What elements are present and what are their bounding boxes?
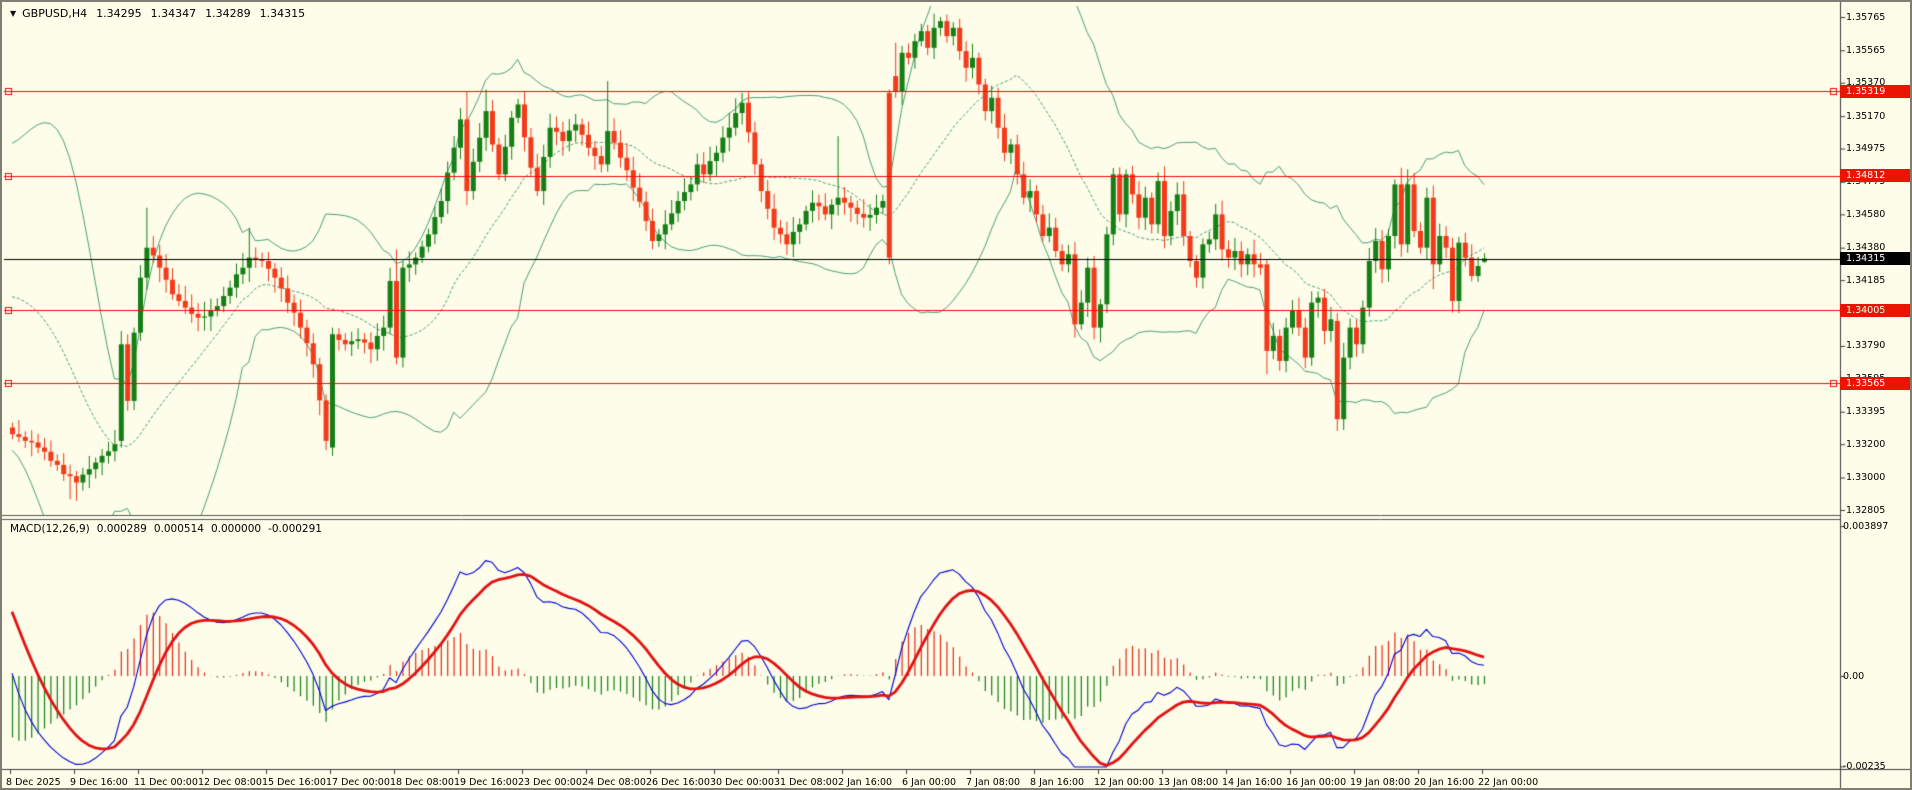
date-tick-label: 17 Dec 00:00 [326, 777, 390, 788]
high-value: 1.34347 [151, 7, 197, 20]
symbol-header: ▼ GBPUSD,H4 1.34295 1.34347 1.34289 1.34315 [10, 7, 305, 21]
price-tick-label: 1.34580 [1846, 209, 1885, 220]
date-tick-label: 12 Jan 00:00 [1094, 777, 1154, 788]
macd-indicator-header: MACD(12,26,9) 0.000289 0.000514 0.000000 -0.… [10, 523, 329, 535]
macd-value-2: 0.000514 [154, 523, 204, 535]
price-tick-label: 1.33790 [1846, 340, 1885, 351]
price-tick-label: 1.33200 [1846, 439, 1885, 450]
close-value: 1.34315 [260, 7, 306, 20]
date-tick-label: 14 Jan 16:00 [1222, 777, 1282, 788]
date-tick-label: 7 Jan 08:00 [966, 777, 1020, 788]
low-value: 1.34289 [205, 7, 251, 20]
date-tick-label: 6 Jan 00:00 [902, 777, 956, 788]
price-tick-label: 1.33000 [1846, 472, 1885, 483]
date-tick-label: 31 Dec 08:00 [774, 777, 838, 788]
date-tick-label: 19 Dec 16:00 [454, 777, 518, 788]
macd-value-3: 0.000000 [211, 523, 261, 535]
date-tick-label: 11 Dec 00:00 [134, 777, 198, 788]
hline-price-label[interactable]: 1.34005 [1840, 304, 1910, 317]
macd-tick-label: 0.003897 [1843, 521, 1888, 532]
date-tick-label: 16 Jan 00:00 [1286, 777, 1346, 788]
date-tick-label: 13 Jan 08:00 [1158, 777, 1218, 788]
macd-value-1: 0.000289 [97, 523, 147, 535]
symbol-timeframe-label: GBPUSD,H4 [22, 7, 87, 20]
price-tick-label: 1.32805 [1846, 505, 1885, 516]
price-tick-label: 1.33395 [1846, 406, 1885, 417]
symbol-dropdown-icon[interactable]: ▼ [10, 9, 16, 18]
macd-indicator-label: MACD(12,26,9) [10, 523, 90, 535]
price-chart-canvas[interactable] [2, 2, 1912, 790]
macd-tick-label: 0.00 [1843, 671, 1864, 682]
date-tick-label: 30 Dec 00:00 [710, 777, 774, 788]
date-tick-label: 26 Dec 16:00 [646, 777, 710, 788]
date-tick-label: 9 Dec 16:00 [70, 777, 128, 788]
open-value: 1.34295 [96, 7, 142, 20]
hline-price-label[interactable]: 1.34812 [1840, 169, 1910, 182]
macd-tick-label: -0.00235 [1843, 761, 1886, 772]
price-tick-label: 1.35170 [1846, 111, 1885, 122]
date-tick-label: 20 Jan 16:00 [1414, 777, 1474, 788]
date-tick-label: 8 Dec 2025 [6, 777, 61, 788]
date-tick-label: 19 Jan 08:00 [1350, 777, 1410, 788]
macd-value-4: -0.000291 [268, 523, 322, 535]
date-tick-label: 2 Jan 16:00 [838, 777, 892, 788]
hline-price-label[interactable]: 1.35319 [1840, 85, 1910, 98]
date-tick-label: 23 Dec 00:00 [518, 777, 582, 788]
date-tick-label: 24 Dec 08:00 [582, 777, 646, 788]
hline-price-label[interactable]: 1.33565 [1840, 377, 1910, 390]
date-tick-label: 18 Dec 08:00 [390, 777, 454, 788]
chart-window: ▼ GBPUSD,H4 1.34295 1.34347 1.34289 1.34315 M… [0, 0, 1912, 790]
price-tick-label: 1.34975 [1846, 143, 1885, 154]
date-tick-label: 12 Dec 08:00 [198, 777, 262, 788]
price-tick-label: 1.35765 [1846, 12, 1885, 23]
price-tick-label: 1.34185 [1846, 275, 1885, 286]
date-tick-label: 8 Jan 16:00 [1030, 777, 1084, 788]
current-price-label: 1.34315 [1840, 252, 1910, 265]
date-tick-label: 15 Dec 16:00 [262, 777, 326, 788]
price-tick-label: 1.35565 [1846, 45, 1885, 56]
date-tick-label: 22 Jan 00:00 [1478, 777, 1538, 788]
